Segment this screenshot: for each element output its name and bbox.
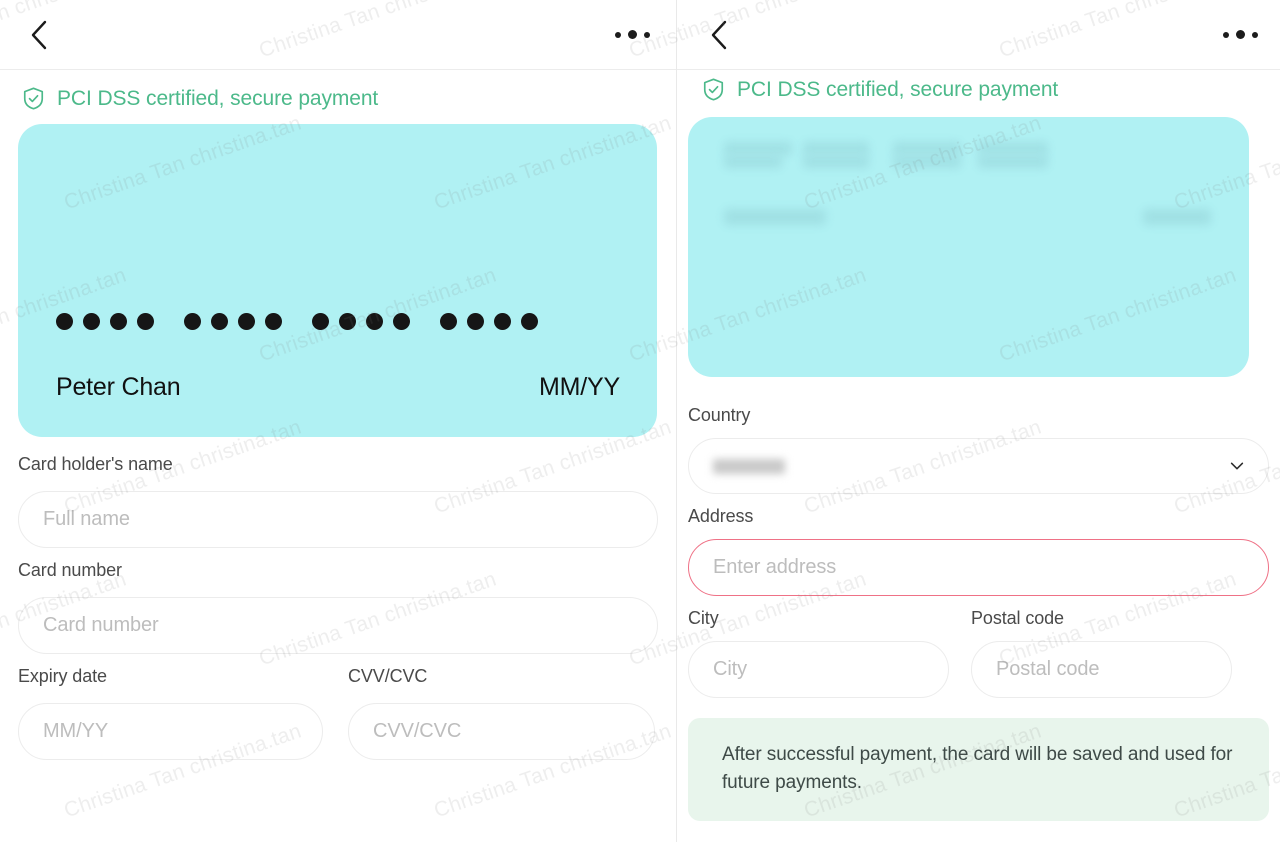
country-label: Country — [688, 405, 751, 425]
country-select[interactable] — [688, 438, 1269, 494]
more-dot-left — [1223, 31, 1229, 38]
field-card-number: Card number Card number — [18, 560, 658, 654]
card-number-label: Card number — [18, 560, 122, 580]
field-country: Country — [688, 405, 1269, 494]
field-expiry-date: Expiry date MM/YY — [18, 666, 323, 760]
chevron-left-icon — [31, 20, 47, 49]
card-number-group-1 — [56, 313, 154, 330]
card-number-input[interactable]: Card number — [18, 597, 658, 654]
screen-billing-address: PCI DSS certified, secure payment Countr… — [677, 0, 1280, 842]
secure-payment-banner: PCI DSS certified, secure payment — [0, 70, 676, 111]
topbar-billing — [677, 0, 1280, 70]
redacted-bar — [724, 155, 782, 168]
redacted-bar — [724, 142, 792, 155]
redacted-bar — [803, 155, 869, 168]
city-postal-row: City City Postal code Postal code — [688, 608, 1269, 698]
screen-card-details: PCI DSS certified, secure payment Peter — [0, 0, 676, 842]
shield-check-icon — [23, 87, 44, 110]
more-options-button[interactable] — [613, 24, 652, 45]
card-expiry-preview: MM/YY — [539, 373, 620, 401]
redacted-bar — [803, 142, 869, 155]
more-dot-right — [644, 31, 650, 38]
city-placeholder: City — [713, 658, 748, 680]
expiry-date-input[interactable]: MM/YY — [18, 703, 323, 760]
more-dot-left — [615, 31, 621, 38]
postal-code-placeholder: Postal code — [996, 658, 1100, 680]
card-holder-name-label: Card holder's name — [18, 454, 173, 474]
card-holder-name-preview: Peter Chan — [56, 373, 181, 401]
more-dot-right — [1252, 31, 1258, 38]
card-number-group-2 — [184, 313, 282, 330]
card-details-form: Card holder's name Full name Card number… — [0, 437, 676, 760]
card-number-masked — [56, 313, 538, 330]
card-number-group-4 — [440, 313, 538, 330]
redacted-bar — [1143, 209, 1211, 225]
redacted-bar — [893, 155, 961, 168]
secure-payment-text-billing: PCI DSS certified, secure payment — [737, 77, 1059, 101]
billing-address-form: Country Address Enter address City City … — [677, 377, 1280, 822]
postal-code-input[interactable]: Postal code — [971, 641, 1232, 698]
field-address: Address Enter address — [688, 506, 1269, 596]
redacted-bar — [978, 142, 1048, 155]
more-options-button-billing[interactable] — [1221, 24, 1260, 45]
redacted-bar — [893, 142, 961, 155]
payment-screens: PCI DSS certified, secure payment Peter — [0, 0, 1280, 842]
redacted-bar — [724, 209, 826, 225]
secure-payment-banner-billing: PCI DSS certified, secure payment — [677, 70, 1280, 102]
secure-payment-text: PCI DSS certified, secure payment — [57, 86, 379, 110]
city-label: City — [688, 608, 719, 628]
expiry-date-placeholder: MM/YY — [43, 720, 109, 742]
card-preview: Peter Chan MM/YY — [18, 124, 657, 437]
more-dot-middle — [1236, 30, 1245, 39]
card-number-placeholder: Card number — [43, 614, 159, 636]
card-number-group-3 — [312, 313, 410, 330]
topbar — [0, 0, 676, 70]
chevron-left-icon — [711, 20, 727, 49]
save-card-notice: After successful payment, the card will … — [688, 718, 1269, 822]
back-button-billing[interactable] — [702, 18, 736, 52]
address-input[interactable]: Enter address — [688, 539, 1269, 596]
card-holder-name-placeholder: Full name — [43, 508, 130, 530]
redacted-bar — [978, 155, 1048, 168]
field-card-holder-name: Card holder's name Full name — [18, 454, 658, 548]
more-dot-middle — [628, 30, 637, 39]
cvv-label: CVV/CVC — [348, 666, 428, 686]
card-preview-footer: Peter Chan MM/YY — [56, 373, 620, 402]
field-cvv: CVV/CVC CVV/CVC — [348, 666, 655, 760]
city-input[interactable]: City — [688, 641, 949, 698]
address-label: Address — [688, 506, 754, 526]
country-selected-value-redacted — [713, 458, 785, 474]
field-postal-code: Postal code Postal code — [971, 608, 1232, 698]
address-placeholder: Enter address — [713, 556, 837, 578]
shield-check-icon — [703, 78, 724, 101]
expiry-date-label: Expiry date — [18, 666, 107, 686]
cvv-input[interactable]: CVV/CVC — [348, 703, 655, 760]
expiry-cvv-row: Expiry date MM/YY CVV/CVC CVV/CVC — [18, 666, 658, 760]
card-holder-name-input[interactable]: Full name — [18, 491, 658, 548]
card-preview-redacted — [688, 117, 1249, 377]
chevron-down-icon — [1230, 462, 1244, 470]
postal-code-label: Postal code — [971, 608, 1064, 628]
back-button[interactable] — [22, 18, 56, 52]
field-city: City City — [688, 608, 949, 698]
cvv-placeholder: CVV/CVC — [373, 720, 462, 742]
